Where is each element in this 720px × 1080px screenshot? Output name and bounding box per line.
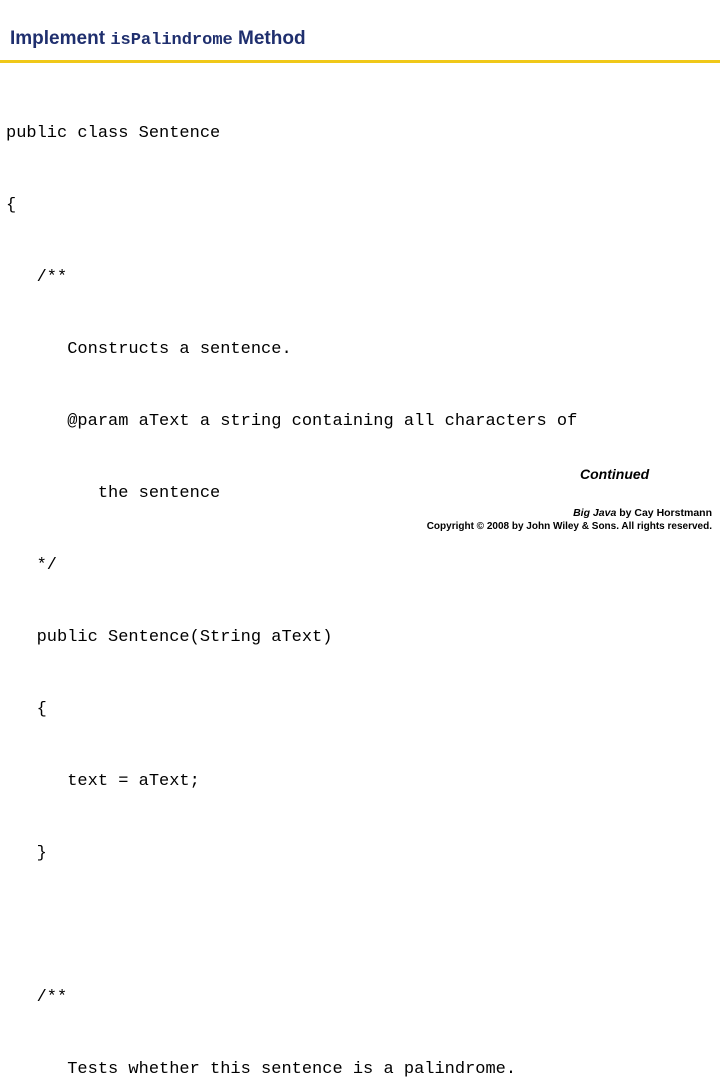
title-code-token: isPalindrome [110,31,233,50]
page-title: Implement isPalindrome Method [10,27,710,61]
code-line: { [6,196,17,215]
code-line: text = aText; [6,772,200,791]
code-line: } [6,844,47,863]
code-line: */ [6,556,58,575]
footer-copyright: Copyright © 2008 by John Wiley & Sons. A… [426,521,712,532]
code-line: public class Sentence [6,124,221,143]
code-line: the sentence [6,484,221,503]
footer: Big Java by Cay Horstmann Copyright © 20… [427,506,712,534]
title-line: Implement isPalindrome Method [10,27,710,53]
title-divider [0,60,720,63]
code-line: @param aText a string containing all cha… [6,412,578,431]
title-text-before: Implement [10,28,111,49]
code-line: { [6,700,47,719]
code-line: Tests whether this sentence is a palindr… [6,1060,517,1079]
code-line: /** [6,268,68,287]
title-text-after: Method [232,28,306,49]
code-listing: public class Sentence { /** Constructs a… [6,74,720,1080]
continued-label: Continued [580,466,650,482]
code-line: public Sentence(String aText) [6,628,333,647]
slide: Implement isPalindrome Method public cla… [0,0,720,1079]
footer-book-title: Big Java [573,507,617,519]
footer-attribution: Big Java by Cay Horstmann [427,506,712,520]
code-line: Constructs a sentence. [6,340,292,359]
footer-byline: by Cay Horstmann [616,507,712,519]
code-line: /** [6,988,68,1007]
